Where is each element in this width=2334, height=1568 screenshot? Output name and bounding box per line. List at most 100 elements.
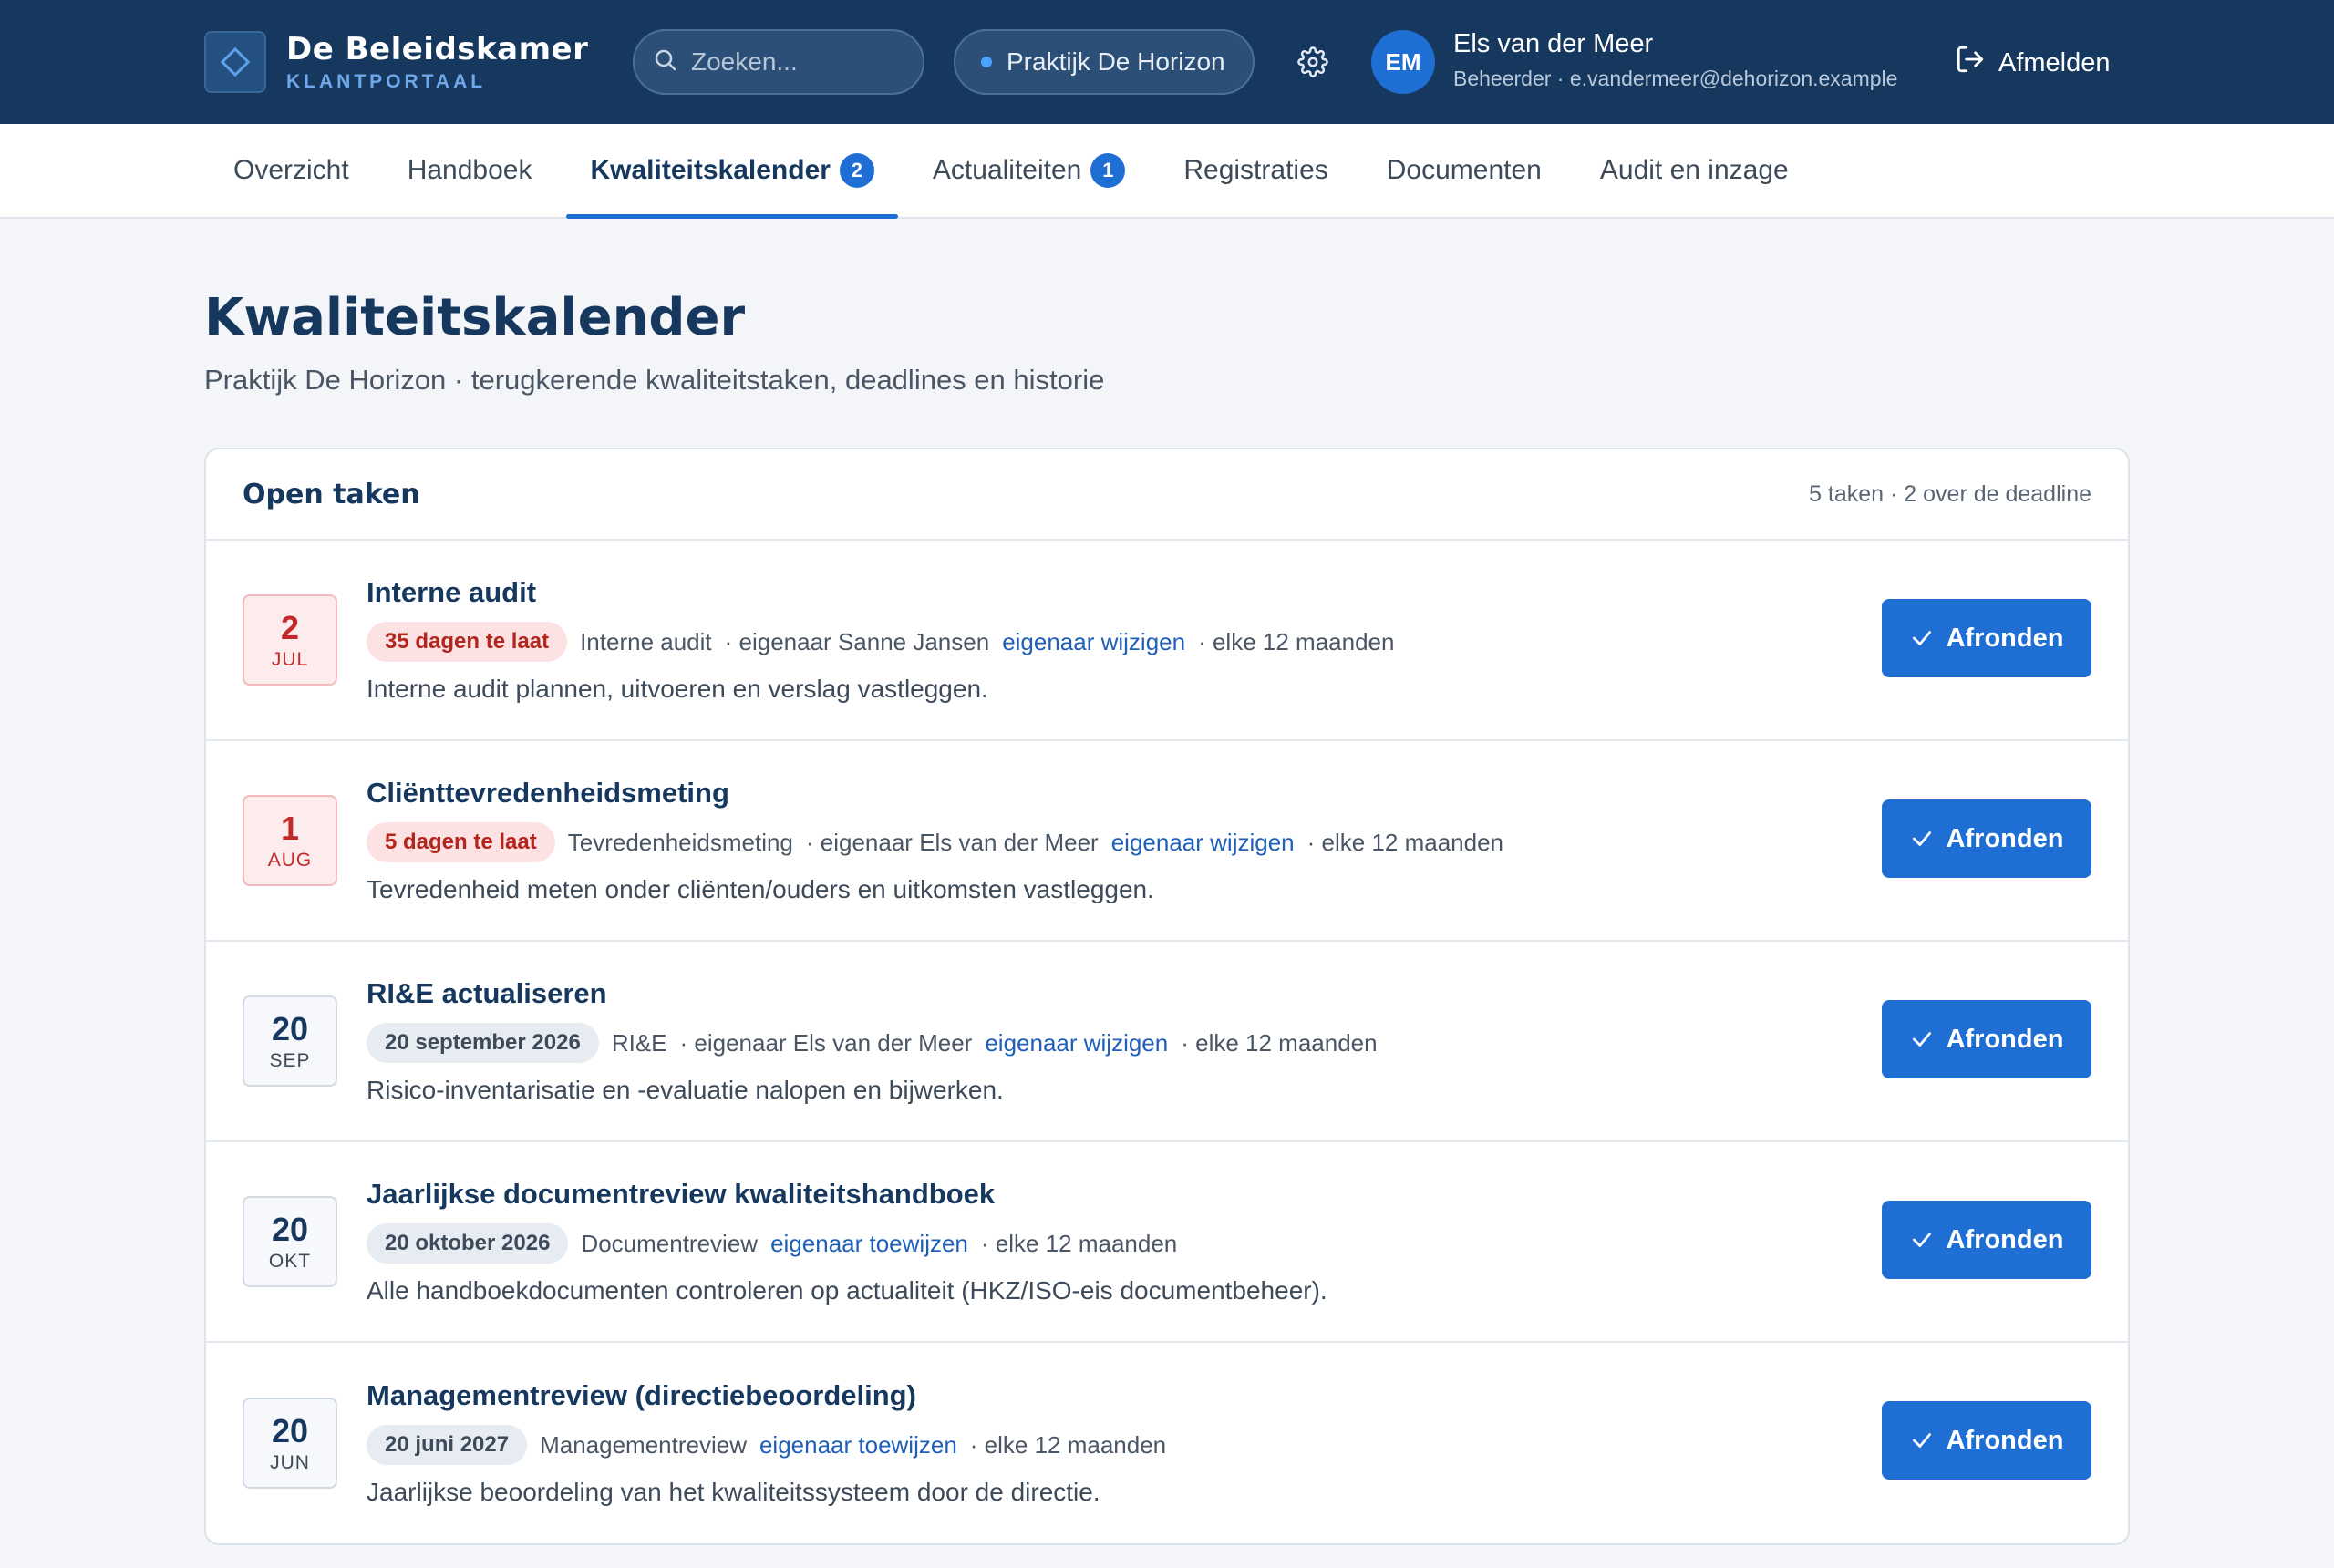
task-meta: 35 dagen te laat Interne audit · eigenaa…	[367, 622, 2091, 662]
task-row: 20 OKT Jaarlijkse documentreview kwalite…	[206, 1142, 2128, 1343]
task-frequency: · elke 12 maanden	[980, 1229, 1178, 1257]
task-category: Interne audit	[580, 627, 712, 655]
logout-button[interactable]: Afmelden	[1955, 44, 2111, 82]
due-date-badge: 1 AUG	[243, 795, 337, 886]
practice-label: Praktijk De Horizon	[1007, 47, 1225, 76]
task-owner: · eigenaar Sanne Jansen	[724, 627, 990, 655]
brand-subtitle: KLANTPORTAAL	[286, 71, 487, 92]
tab-label: Registraties	[1183, 155, 1328, 185]
due-date-badge: 2 JUL	[243, 594, 337, 686]
due-day: 20	[271, 1009, 309, 1047]
due-date-badge: 20 OKT	[243, 1196, 337, 1287]
check-icon	[1912, 831, 1931, 846]
due-month: OKT	[268, 1250, 312, 1272]
brand[interactable]: De Beleidskamer KLANTPORTAAL	[204, 31, 588, 93]
search-input[interactable]	[691, 47, 892, 77]
task-owner: · eigenaar Els van der Meer	[805, 828, 1099, 856]
task-meta: 20 september 2026 RI&E · eigenaar Els va…	[367, 1023, 2091, 1063]
task-category: Documentreview	[581, 1229, 759, 1257]
practice-selector[interactable]: Praktijk De Horizon	[954, 29, 1255, 95]
due-day: 20	[271, 1210, 309, 1248]
task-frequency: · elke 12 maanden	[1181, 1028, 1378, 1057]
check-icon	[1912, 631, 1931, 645]
check-icon	[1912, 1032, 1931, 1047]
logout-icon	[1955, 44, 1986, 82]
logout-label: Afmelden	[1998, 47, 2111, 77]
search-icon	[653, 47, 678, 77]
tab-audit-en-inzage[interactable]: Audit en inzage	[1571, 124, 1818, 217]
task-description: Jaarlijkse beoordeling van het kwaliteit…	[367, 1478, 1100, 1506]
due-day: 2	[280, 608, 300, 646]
check-icon	[1912, 1233, 1931, 1247]
diamond-logo-icon	[204, 31, 266, 93]
task-description: Risico-inventarisatie en -evaluatie nalo…	[367, 1076, 1004, 1104]
task-title: Managementreview (directiebeoordeling)	[367, 1379, 916, 1411]
search-box[interactable]	[633, 29, 924, 95]
task-meta: 20 juni 2027 Managementreview eigenaar t…	[367, 1425, 2091, 1465]
tab-label: Handboek	[407, 155, 532, 185]
due-date-pill: 20 september 2026	[367, 1023, 599, 1063]
task-category: Managementreview	[540, 1430, 747, 1459]
assign-owner-link[interactable]: eigenaar toewijzen	[759, 1431, 957, 1460]
check-icon	[1912, 1433, 1931, 1448]
complete-task-button[interactable]: Afronden	[1882, 1401, 2091, 1480]
page-subtitle: Praktijk De Horizon · terugkerende kwali…	[204, 364, 1105, 396]
task-title: Interne audit	[367, 576, 537, 608]
task-row: 1 AUG Cliënttevredenheidsmeting 5 dagen …	[206, 741, 2128, 942]
page-title: Kwaliteitskalender	[204, 288, 746, 347]
tab-label: Documenten	[1386, 155, 1542, 185]
task-row: 20 SEP RI&E actualiseren 20 september 20…	[206, 942, 2128, 1142]
complete-task-button[interactable]: Afronden	[1882, 799, 2091, 878]
due-day: 20	[271, 1411, 309, 1449]
button-label: Afronden	[1946, 823, 2064, 853]
card-title: Open taken	[243, 478, 420, 511]
tab-actualiteiten[interactable]: Actualiteiten 1	[904, 124, 1154, 217]
card-header: Open taken 5 taken · 2 over de deadline	[206, 449, 2128, 541]
change-owner-link[interactable]: eigenaar wijzigen	[1002, 628, 1185, 656]
tab-nav: Overzicht Handboek Kwaliteitskalender 2 …	[0, 124, 2334, 219]
due-day: 1	[280, 809, 300, 847]
task-row: 20 JUN Managementreview (directiebeoorde…	[206, 1343, 2128, 1543]
task-category: RI&E	[611, 1028, 667, 1057]
change-owner-link[interactable]: eigenaar wijzigen	[985, 1029, 1168, 1057]
task-description: Tevredenheid meten onder cliënten/ouders…	[367, 875, 1154, 903]
tab-handboek[interactable]: Handboek	[378, 124, 562, 217]
user-role-email: Beheerder · e.vandermeer@dehorizon.examp…	[1453, 67, 1898, 90]
tab-kwaliteitskalender[interactable]: Kwaliteitskalender 2	[561, 124, 903, 219]
change-owner-link[interactable]: eigenaar wijzigen	[1111, 829, 1295, 857]
overdue-badge: 35 dagen te laat	[367, 622, 568, 662]
avatar[interactable]: EM	[1371, 30, 1435, 94]
task-owner: · eigenaar Els van der Meer	[679, 1028, 973, 1057]
count-badge: 2	[839, 153, 874, 188]
brand-name: De Beleidskamer	[286, 31, 589, 67]
tab-label: Overzicht	[233, 155, 349, 185]
tab-label: Audit en inzage	[1599, 155, 1789, 185]
task-description: Interne audit plannen, uitvoeren en vers…	[367, 675, 988, 703]
due-month: JUL	[271, 648, 309, 670]
complete-task-button[interactable]: Afronden	[1882, 599, 2091, 677]
tab-label: Kwaliteitskalender	[590, 155, 831, 185]
complete-task-button[interactable]: Afronden	[1882, 1000, 2091, 1078]
complete-task-button[interactable]: Afronden	[1882, 1201, 2091, 1279]
button-label: Afronden	[1946, 1425, 2064, 1455]
button-label: Afronden	[1946, 1224, 2064, 1254]
tab-overzicht[interactable]: Overzicht	[204, 124, 378, 217]
tab-registraties[interactable]: Registraties	[1154, 124, 1357, 217]
user-info: Els van der Meer Beheerder · e.vandermee…	[1453, 29, 1897, 91]
tab-label: Actualiteiten	[932, 155, 1082, 185]
button-label: Afronden	[1946, 623, 2064, 653]
task-title: Cliënttevredenheidsmeting	[367, 777, 729, 809]
due-month: SEP	[269, 1049, 311, 1071]
task-category: Tevredenheidsmeting	[567, 828, 793, 856]
tab-documenten[interactable]: Documenten	[1358, 124, 1571, 217]
main-content: Kwaliteitskalender Praktijk De Horizon ·…	[0, 288, 2334, 1545]
due-month: AUG	[267, 849, 313, 871]
due-date-badge: 20 SEP	[243, 995, 337, 1087]
task-row: 2 JUL Interne audit 35 dagen te laat Int…	[206, 541, 2128, 741]
gear-icon[interactable]	[1295, 44, 1331, 80]
task-meta: 5 dagen te laat Tevredenheidsmeting · ei…	[367, 822, 2091, 862]
assign-owner-link[interactable]: eigenaar toewijzen	[770, 1230, 968, 1258]
task-frequency: · elke 12 maanden	[1198, 627, 1395, 655]
card-meta: 5 taken · 2 over de deadline	[1809, 480, 2091, 507]
overdue-badge: 5 dagen te laat	[367, 822, 555, 862]
